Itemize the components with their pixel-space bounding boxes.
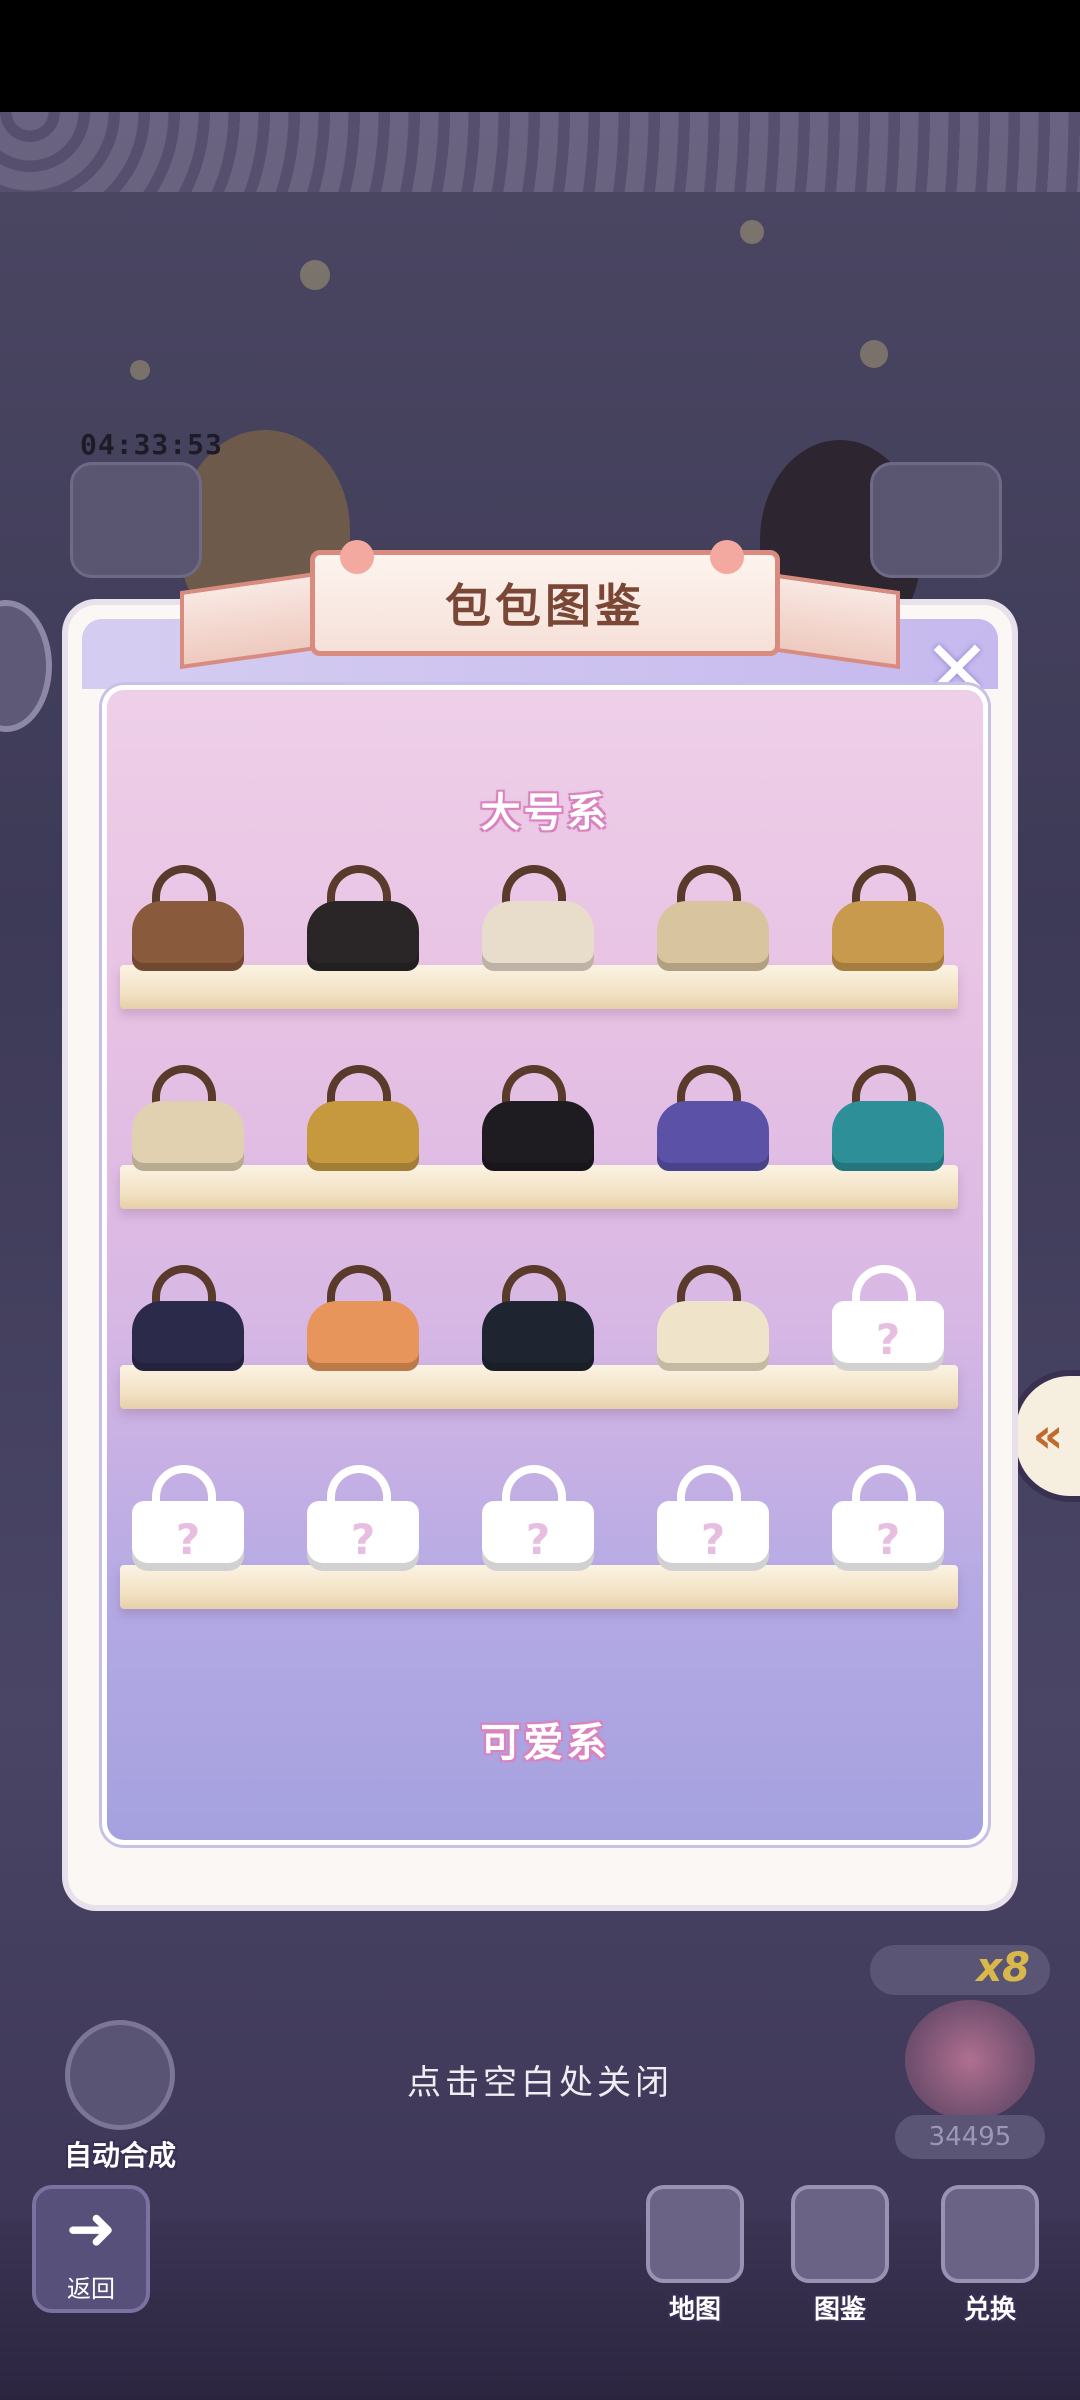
bg-sparkle — [300, 260, 330, 290]
bag-item[interactable] — [653, 1065, 773, 1175]
bag-body — [657, 1301, 769, 1371]
bg-sparkle — [130, 360, 150, 380]
bag-body — [307, 901, 419, 971]
map-icon — [646, 2185, 744, 2283]
gift-basket-icon[interactable] — [905, 2000, 1035, 2120]
back-button[interactable]: ➜ 返回 — [32, 2185, 150, 2313]
bag-item[interactable] — [128, 1065, 248, 1175]
modal-title: 包包图鉴 — [445, 579, 645, 633]
bag-body — [132, 901, 244, 971]
auto-merge-label: 自动合成 — [63, 2139, 176, 2172]
locked-bag-slot[interactable]: ? — [128, 1465, 248, 1575]
flower-icon — [710, 540, 744, 574]
bag-item[interactable] — [478, 1065, 598, 1175]
title-banner: 包包图鉴 — [180, 540, 900, 670]
question-mark-icon: ? — [700, 1515, 726, 1564]
banner-plaque: 包包图鉴 — [310, 550, 780, 656]
back-label: 返回 — [67, 2275, 115, 2303]
bottom-nav-bar — [0, 2220, 1080, 2400]
bag-item[interactable] — [128, 1265, 248, 1375]
bag-item[interactable] — [653, 865, 773, 975]
locked-bag-slot[interactable]: ? — [303, 1465, 423, 1575]
bag-body — [832, 901, 944, 971]
section-title-large: 大号系 — [480, 790, 610, 836]
locked-bag-slot[interactable]: ? — [828, 1265, 948, 1375]
item-count-badge: x8 — [870, 1945, 1050, 1995]
bag-item[interactable] — [478, 865, 598, 975]
section-title-cute: 可爱系 — [480, 1720, 610, 1766]
bag-body — [657, 1101, 769, 1171]
nav-exchange-label: 兑换 — [963, 2295, 1016, 2325]
status-bar — [0, 0, 1080, 112]
nav-map-label: 地图 — [668, 2295, 721, 2325]
locked-bag-slot[interactable]: ? — [478, 1465, 598, 1575]
bag-item[interactable] — [653, 1265, 773, 1375]
bag-body — [132, 1101, 244, 1171]
bag-item[interactable] — [303, 865, 423, 975]
catalog-bag-icon — [791, 2185, 889, 2283]
bag-body — [832, 1101, 944, 1171]
timer-text: 04:33:53 — [80, 428, 223, 461]
bg-sparkle — [860, 340, 888, 368]
coin-counter: 34495 — [895, 2115, 1045, 2159]
shop-icon — [941, 2185, 1039, 2283]
nav-catalog-button[interactable]: 图鉴 — [785, 2185, 895, 2326]
bag-body — [307, 1301, 419, 1371]
bag-item[interactable] — [303, 1065, 423, 1175]
auto-merge-icon — [65, 2020, 175, 2130]
bag-item[interactable] — [828, 865, 948, 975]
bag-item[interactable] — [828, 1065, 948, 1175]
bag-body — [307, 1101, 419, 1171]
bag-body — [657, 901, 769, 971]
locked-bag-slot[interactable]: ? — [828, 1465, 948, 1575]
flower-icon — [340, 540, 374, 574]
nav-catalog-label: 图鉴 — [813, 2295, 866, 2325]
question-mark-icon: ? — [175, 1515, 201, 1564]
question-mark-icon: ? — [875, 1515, 901, 1564]
question-mark-icon: ? — [525, 1515, 551, 1564]
lace-border — [0, 112, 1080, 192]
back-arrow-icon: ➜ — [65, 2194, 117, 2264]
bag-body — [482, 1101, 594, 1171]
question-mark-icon: ? — [350, 1515, 376, 1564]
nav-map-button[interactable]: 地图 — [640, 2185, 750, 2326]
bag-item[interactable] — [128, 865, 248, 975]
bag-body — [482, 1301, 594, 1371]
double-chevron-left-icon: « — [1032, 1408, 1064, 1464]
question-mark-icon: ? — [875, 1315, 901, 1364]
bag-catalog-modal: ✕ 大号系 可爱系 — [68, 605, 1012, 1905]
nav-exchange-button[interactable]: 兑换 — [935, 2185, 1045, 2326]
bag-item[interactable] — [478, 1265, 598, 1375]
auto-merge-button[interactable]: 自动合成 — [50, 2020, 190, 2174]
locked-bag-slot[interactable]: ? — [653, 1465, 773, 1575]
bag-body — [132, 1301, 244, 1371]
bag-item[interactable] — [303, 1265, 423, 1375]
bag-body — [482, 901, 594, 971]
bg-sparkle — [740, 220, 764, 244]
